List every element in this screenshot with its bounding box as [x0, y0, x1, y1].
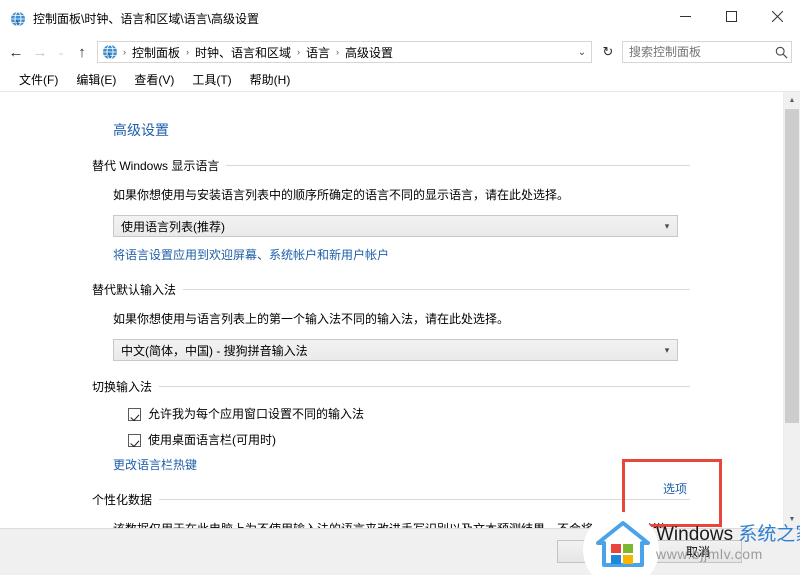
menu-item-file[interactable]: 文件(F): [10, 68, 67, 91]
section-title-override-display: 替代 Windows 显示语言: [92, 159, 220, 173]
language-globe-icon: A: [10, 11, 26, 27]
group-header: 切换输入法: [92, 378, 690, 395]
up-icon[interactable]: ↑: [70, 40, 94, 64]
close-button[interactable]: [754, 0, 800, 32]
breadcrumb-separator: ›: [297, 47, 301, 57]
section-title-personalization: 个性化数据: [92, 493, 153, 507]
vertical-scrollbar[interactable]: ▲ ▼: [783, 92, 800, 528]
window-controls: [662, 0, 800, 32]
chevron-down-icon: ▾: [664, 220, 670, 231]
address-language-icon: A: [102, 44, 118, 60]
divider: [226, 165, 690, 166]
forward-icon[interactable]: →: [28, 40, 52, 64]
menu-item-edit[interactable]: 编辑(E): [67, 68, 125, 91]
divider: [159, 386, 690, 387]
minimize-button[interactable]: [662, 0, 708, 32]
scrollbar-track[interactable]: [784, 109, 800, 511]
display-language-combobox[interactable]: 使用语言列表(推荐) ▾: [113, 215, 678, 237]
menu-item-view[interactable]: 查看(V): [125, 68, 183, 91]
search-input[interactable]: [623, 44, 771, 60]
scroll-down-icon[interactable]: ▼: [784, 511, 800, 528]
apply-language-settings-link[interactable]: 将语言设置应用到欢迎屏幕、系统帐户和新用户帐户: [113, 246, 389, 263]
display-language-value: 使用语言列表(推荐): [121, 219, 225, 234]
change-language-bar-hotkeys-link[interactable]: 更改语言栏热键: [113, 456, 197, 473]
search-icon[interactable]: [771, 42, 791, 62]
divider: [159, 499, 690, 500]
breadcrumb: › 控制面板 › 时钟、语言和区域 › 语言 › 高级设置: [120, 44, 573, 61]
section-title-override-input: 替代默认输入法: [92, 283, 177, 297]
checkbox-row-desktop-language-bar[interactable]: 使用桌面语言栏(可用时): [128, 433, 690, 447]
menu-bar: 文件(F) 编辑(E) 查看(V) 工具(T) 帮助(H): [0, 67, 800, 91]
section-description-override-display: 如果你想使用与安装语言列表中的顺序所确定的语言不同的显示语言，请在此处选择。: [113, 188, 570, 202]
settings-panel: 高级设置 替代 Windows 显示语言 如果你想使用与安装语言列表中的顺序所确…: [0, 92, 783, 528]
search-box[interactable]: [622, 41, 792, 63]
breadcrumb-item-language[interactable]: 语言: [303, 44, 333, 61]
window-title: 控制面板\时钟、语言和区域\语言\高级设置: [33, 12, 260, 26]
divider: [183, 289, 690, 290]
breadcrumb-item-control-panel[interactable]: 控制面板: [129, 44, 183, 61]
scroll-up-icon[interactable]: ▲: [784, 92, 800, 109]
maximize-button[interactable]: [708, 0, 754, 32]
save-button[interactable]: 保存: [557, 540, 645, 563]
input-method-combobox[interactable]: 中文(简体，中国) - 搜狗拼音输入法 ▾: [113, 339, 678, 361]
group-header: 替代默认输入法: [92, 281, 690, 298]
section-description-personalization: 该数据仅用于在此电脑上为不使用输入法的语言来改进手写识别以及文本预测结果。不会将…: [113, 520, 668, 528]
breadcrumb-separator: ›: [336, 47, 340, 57]
checkbox-label-desktop-language-bar: 使用桌面语言栏(可用时): [148, 433, 276, 447]
menu-item-help[interactable]: 帮助(H): [241, 68, 300, 91]
section-override-display-language: 替代 Windows 显示语言 如果你想使用与安装语言列表中的顺序所确定的语言不…: [92, 157, 690, 264]
breadcrumb-separator: ›: [186, 47, 190, 57]
chevron-down-icon[interactable]: ⌄: [573, 42, 591, 62]
menu-item-tools[interactable]: 工具(T): [183, 68, 240, 91]
section-switching-input-methods: 切换输入法 允许我为每个应用窗口设置不同的输入法 使用桌面语言栏(可用时) 更改…: [92, 378, 690, 474]
refresh-icon[interactable]: ↻: [598, 40, 618, 64]
page-title: 高级设置: [113, 122, 169, 138]
breadcrumb-separator: ›: [123, 47, 126, 57]
section-override-input-method: 替代默认输入法 如果你想使用与语言列表上的第一个输入法不同的输入法，请在此处选择…: [92, 281, 690, 361]
section-title-switching-input: 切换输入法: [92, 380, 153, 394]
svg-text:A: A: [14, 18, 19, 26]
recent-locations-icon[interactable]: ⌄: [52, 40, 70, 64]
checkbox-row-per-window-input[interactable]: 允许我为每个应用窗口设置不同的输入法: [128, 407, 690, 421]
checkbox-label-per-window-input: 允许我为每个应用窗口设置不同的输入法: [148, 407, 365, 421]
address-bar[interactable]: A › 控制面板 › 时钟、语言和区域 › 语言 › 高级设置 ⌄: [97, 41, 592, 63]
options-link[interactable]: 选项: [663, 480, 687, 497]
navigation-bar: ← → ⌄ ↑ A › 控制面板 › 时钟、语言和区域 › 语言 › 高级设置 …: [0, 37, 800, 67]
content-area: 高级设置 替代 Windows 显示语言 如果你想使用与安装语言列表中的顺序所确…: [0, 91, 800, 528]
chevron-down-icon: ▾: [664, 344, 670, 355]
breadcrumb-item-clock-language-region[interactable]: 时钟、语言和区域: [192, 44, 294, 61]
checkbox-per-window-input[interactable]: [128, 408, 141, 421]
breadcrumb-item-advanced-settings[interactable]: 高级设置: [342, 44, 396, 61]
section-description-override-input: 如果你想使用与语言列表上的第一个输入法不同的输入法，请在此处选择。: [113, 312, 510, 326]
cancel-button[interactable]: 取消: [654, 540, 742, 563]
group-header: 个性化数据: [92, 491, 690, 508]
footer-bar: 保存 取消: [0, 528, 800, 575]
svg-text:A: A: [106, 52, 111, 60]
section-personalization-data: 个性化数据 该数据仅用于在此电脑上为不使用输入法的语言来改进手写识别以及文本预测…: [92, 491, 690, 528]
title-bar: A 控制面板\时钟、语言和区域\语言\高级设置: [0, 0, 800, 37]
scrollbar-thumb[interactable]: [785, 109, 799, 423]
group-header: 替代 Windows 显示语言: [92, 157, 690, 174]
back-icon[interactable]: ←: [4, 40, 28, 64]
input-method-value: 中文(简体，中国) - 搜狗拼音输入法: [121, 343, 308, 358]
checkbox-desktop-language-bar[interactable]: [128, 434, 141, 447]
